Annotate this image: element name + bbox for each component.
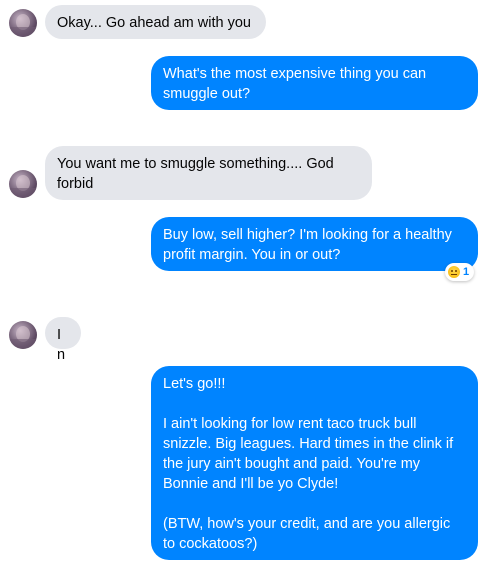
contact-avatar[interactable] (9, 9, 37, 37)
incoming-message[interactable]: In (45, 317, 81, 363)
incoming-message[interactable]: Okay... Go ahead am with you (45, 5, 266, 39)
grimacing-face-icon (448, 266, 460, 278)
outgoing-message[interactable]: What's the most expensive thing you can … (151, 56, 478, 110)
reaction-count: 1 (463, 266, 470, 278)
outgoing-message[interactable]: Let's go!!! I ain't looking for low rent… (151, 366, 478, 560)
message-reaction[interactable]: 1 (445, 263, 475, 281)
contact-avatar[interactable] (9, 321, 37, 349)
contact-avatar[interactable] (9, 170, 37, 198)
incoming-message[interactable]: You want me to smuggle something.... God… (45, 146, 372, 200)
outgoing-message[interactable]: Buy low, sell higher? I'm looking for a … (151, 217, 478, 271)
